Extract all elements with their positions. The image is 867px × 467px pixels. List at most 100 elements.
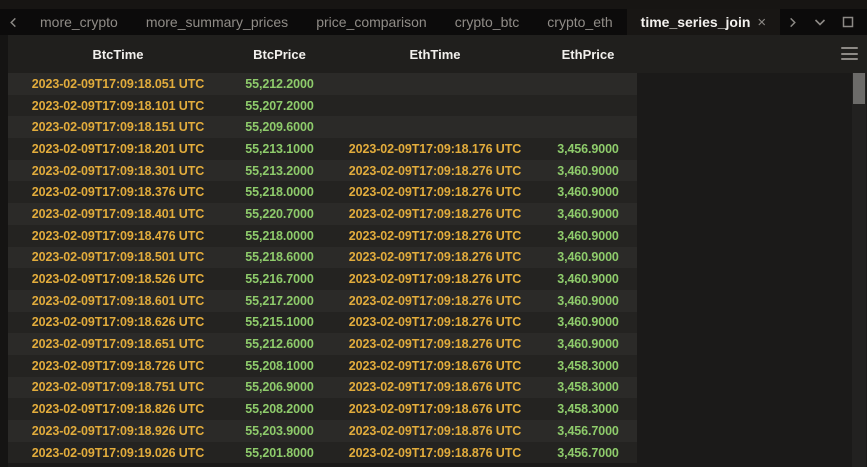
table-row[interactable]: 2023-02-09T17:09:18.051 UTC55,212.2000 [8,73,637,95]
cell-btc-price: 55,216.7000 [228,272,331,286]
table-row[interactable]: 2023-02-09T17:09:18.651 UTC55,212.600020… [8,333,637,355]
cell-eth-time: 2023-02-09T17:09:18.276 UTC [331,272,539,286]
table-row[interactable]: 2023-02-09T17:09:18.826 UTC55,208.200020… [8,398,637,420]
table-row[interactable]: 2023-02-09T17:09:18.201 UTC55,213.100020… [8,138,637,160]
cell-eth-time: 2023-02-09T17:09:18.276 UTC [331,294,539,308]
scroll-tabs-left-icon[interactable] [0,9,26,35]
cell-btc-time: 2023-02-09T17:09:18.626 UTC [8,315,228,329]
table-row[interactable]: 2023-02-09T17:09:18.626 UTC55,215.100020… [8,312,637,334]
tab-crypto-btc[interactable]: crypto_btc [441,9,534,35]
cell-eth-price: 3,460.9000 [539,207,637,221]
table-row[interactable]: 2023-02-09T17:09:18.401 UTC55,220.700020… [8,203,637,225]
tab-crypto-eth[interactable]: crypto_eth [533,9,626,35]
cell-eth-time: 2023-02-09T17:09:18.876 UTC [331,446,539,460]
scroll-tabs-right-icon[interactable] [783,13,801,31]
cell-btc-time: 2023-02-09T17:09:18.751 UTC [8,380,228,394]
cell-btc-price: 55,208.1000 [228,359,331,373]
cell-btc-time: 2023-02-09T17:09:18.651 UTC [8,337,228,351]
maximize-icon[interactable] [839,13,857,31]
scrollbar-track[interactable] [852,73,866,467]
cell-btc-time: 2023-02-09T17:09:18.501 UTC [8,250,228,264]
cell-btc-time: 2023-02-09T17:09:18.526 UTC [8,272,228,286]
column-header-btc-time[interactable]: BtcTime [8,47,228,62]
tab-label: time_series_join [641,14,751,30]
cell-btc-time: 2023-02-09T17:09:18.101 UTC [8,99,228,113]
cell-btc-price: 55,212.2000 [228,77,331,91]
table-row[interactable]: 2023-02-09T17:09:18.726 UTC55,208.100020… [8,355,637,377]
tab-label: crypto_btc [455,14,520,30]
cell-eth-price: 3,460.9000 [539,229,637,243]
cell-eth-price: 3,456.7000 [539,424,637,438]
cell-eth-time: 2023-02-09T17:09:18.276 UTC [331,337,539,351]
tab-more-summary-prices[interactable]: more_summary_prices [132,9,302,35]
cell-eth-time: 2023-02-09T17:09:18.276 UTC [331,250,539,264]
cell-btc-price: 55,213.2000 [228,164,331,178]
tab-price-comparison[interactable]: price_comparison [302,9,441,35]
table-row[interactable]: 2023-02-09T17:09:18.476 UTC55,218.000020… [8,225,637,247]
cell-btc-price: 55,212.6000 [228,337,331,351]
cell-eth-price: 3,460.9000 [539,337,637,351]
column-header-btc-price[interactable]: BtcPrice [228,47,331,62]
cell-eth-price: 3,458.3000 [539,359,637,373]
header-row: BtcTime BtcPrice EthTime EthPrice [8,35,867,73]
table-row[interactable]: 2023-02-09T17:09:18.301 UTC55,213.200020… [8,160,637,182]
cell-eth-time: 2023-02-09T17:09:18.876 UTC [331,424,539,438]
table-row[interactable]: 2023-02-09T17:09:18.101 UTC55,207.2000 [8,95,637,117]
tab-time-series-join[interactable]: time_series_join × [627,9,781,35]
table-row[interactable]: 2023-02-09T17:09:18.376 UTC55,218.000020… [8,181,637,203]
cell-eth-price: 3,460.9000 [539,315,637,329]
cell-btc-time: 2023-02-09T17:09:18.926 UTC [8,424,228,438]
cell-btc-time: 2023-02-09T17:09:19.026 UTC [8,446,228,460]
cell-btc-time: 2023-02-09T17:09:18.201 UTC [8,142,228,156]
table-row[interactable]: 2023-02-09T17:09:18.501 UTC55,218.600020… [8,247,637,269]
cell-btc-price: 55,218.0000 [228,185,331,199]
cell-eth-time: 2023-02-09T17:09:18.276 UTC [331,207,539,221]
tab-bar-controls [783,9,867,35]
tab-list: more_crypto more_summary_prices price_co… [26,9,780,35]
chevron-down-icon[interactable] [811,13,829,31]
cell-btc-price: 55,201.8000 [228,446,331,460]
column-header-eth-price[interactable]: EthPrice [539,47,637,62]
table-row[interactable]: 2023-02-09T17:09:18.151 UTC55,209.6000 [8,116,637,138]
close-tab-icon[interactable]: × [757,15,766,30]
cell-eth-price: 3,460.9000 [539,250,637,264]
cell-btc-time: 2023-02-09T17:09:18.726 UTC [8,359,228,373]
window-top-edge [0,0,867,9]
tab-label: more_summary_prices [146,14,288,30]
cell-eth-time: 2023-02-09T17:09:18.276 UTC [331,164,539,178]
cell-btc-time: 2023-02-09T17:09:18.376 UTC [8,185,228,199]
cell-eth-price: 3,456.7000 [539,446,637,460]
tab-bar: more_crypto more_summary_prices price_co… [0,9,867,35]
table-row[interactable]: 2023-02-09T17:09:18.601 UTC55,217.200020… [8,290,637,312]
cell-eth-time: 2023-02-09T17:09:18.176 UTC [331,142,539,156]
cell-btc-time: 2023-02-09T17:09:18.151 UTC [8,120,228,134]
cell-btc-price: 55,206.9000 [228,380,331,394]
cell-eth-price: 3,456.9000 [539,142,637,156]
table-row[interactable]: 2023-02-09T17:09:19.026 UTC55,201.800020… [8,442,637,464]
tab-label: more_crypto [40,14,118,30]
menu-icon[interactable] [841,47,858,60]
cell-eth-price: 3,460.9000 [539,185,637,199]
cell-btc-time: 2023-02-09T17:09:18.476 UTC [8,229,228,243]
cell-eth-price: 3,458.3000 [539,380,637,394]
column-header-eth-time[interactable]: EthTime [331,47,539,62]
cell-btc-price: 55,203.9000 [228,424,331,438]
cell-eth-price: 3,458.3000 [539,402,637,416]
table-row[interactable]: 2023-02-09T17:09:18.926 UTC55,203.900020… [8,420,637,442]
table-row[interactable]: 2023-02-09T17:09:18.751 UTC55,206.900020… [8,377,637,399]
cell-eth-time: 2023-02-09T17:09:18.276 UTC [331,315,539,329]
scrollbar-thumb[interactable] [853,73,865,104]
cell-btc-time: 2023-02-09T17:09:18.826 UTC [8,402,228,416]
tab-label: crypto_eth [547,14,612,30]
cell-btc-time: 2023-02-09T17:09:18.401 UTC [8,207,228,221]
cell-btc-price: 55,213.1000 [228,142,331,156]
cell-btc-time: 2023-02-09T17:09:18.601 UTC [8,294,228,308]
cell-eth-time: 2023-02-09T17:09:18.276 UTC [331,185,539,199]
cell-eth-price: 3,460.9000 [539,272,637,286]
cell-btc-price: 55,215.1000 [228,315,331,329]
cell-eth-time: 2023-02-09T17:09:18.276 UTC [331,229,539,243]
tab-more-crypto[interactable]: more_crypto [26,9,132,35]
table-row[interactable]: 2023-02-09T17:09:18.526 UTC55,216.700020… [8,268,637,290]
cell-eth-price: 3,460.9000 [539,294,637,308]
cell-eth-price: 3,460.9000 [539,164,637,178]
